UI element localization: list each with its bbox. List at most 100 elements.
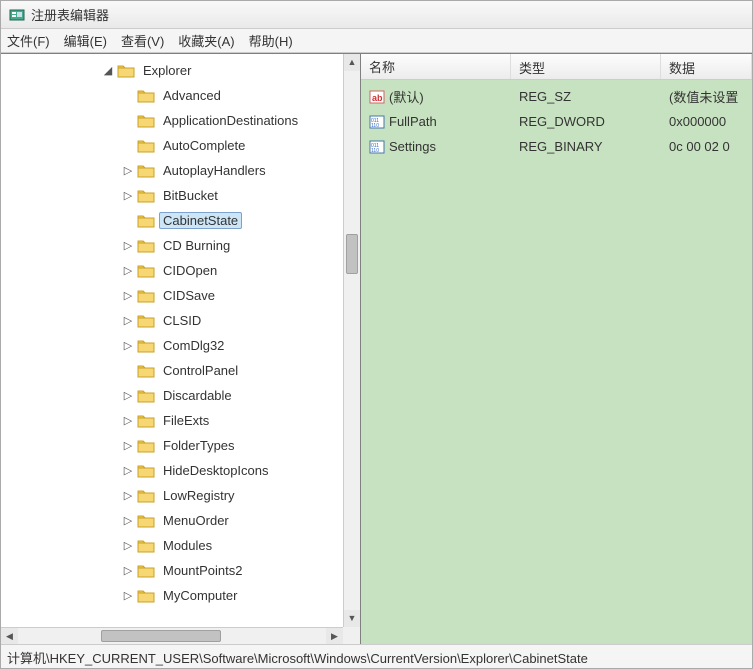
tree-node-mountpoints2[interactable]: ▷MountPoints2 <box>1 558 343 583</box>
tree-node-cd-burning[interactable]: ▷CD Burning <box>1 233 343 258</box>
tree-node-fileexts[interactable]: ▷ FileExts <box>1 408 343 433</box>
tree-node-advanced[interactable]: Advanced <box>1 83 343 108</box>
horizontal-scrollbar[interactable]: ◀ ▶ <box>1 627 343 644</box>
expand-icon[interactable]: ▷ <box>121 489 135 502</box>
tree-label: AutoComplete <box>159 137 249 154</box>
col-header-data[interactable]: 数据 <box>661 54 752 79</box>
menu-help[interactable]: 帮助(H) <box>249 31 293 50</box>
tree-node-cabinetstate[interactable]: CabinetState <box>1 208 343 233</box>
tree-node-bitbucket[interactable]: ▷ BitBucket <box>1 183 343 208</box>
tree-node-foldertypes[interactable]: ▷ FolderTypes <box>1 433 343 458</box>
value-data-cell: (数值未设置 <box>661 87 752 106</box>
expand-icon[interactable]: ▷ <box>121 189 135 202</box>
tree-label: CIDSave <box>159 287 219 304</box>
value-row[interactable]: ab(默认)REG_SZ(数值未设置 <box>361 84 752 109</box>
expand-icon[interactable]: ▷ <box>121 164 135 177</box>
binary-value-icon: 011110 <box>369 114 385 130</box>
folder-icon <box>137 563 155 579</box>
collapse-icon[interactable]: ◢ <box>101 64 115 77</box>
value-row[interactable]: 011110SettingsREG_BINARY0c 00 02 0 <box>361 134 752 159</box>
tree-node-autocomplete[interactable]: AutoComplete <box>1 133 343 158</box>
menu-edit[interactable]: 编辑(E) <box>64 31 107 50</box>
content-area: ◢ Explorer Advanced ApplicationDestinations… <box>1 53 752 644</box>
expand-icon[interactable]: ▷ <box>121 439 135 452</box>
folder-icon <box>137 588 155 604</box>
expand-icon[interactable]: ▷ <box>121 339 135 352</box>
tree-node-hidedesktopicons[interactable]: ▷HideDesktopIcons <box>1 458 343 483</box>
menu-file[interactable]: 文件(F) <box>7 31 50 50</box>
statusbar: 计算机\HKEY_CURRENT_USER\Software\Microsoft… <box>1 644 752 668</box>
expand-icon[interactable]: ▷ <box>121 239 135 252</box>
col-header-type[interactable]: 类型 <box>511 54 661 79</box>
tree-node-controlpanel[interactable]: ControlPanel <box>1 358 343 383</box>
tree-pane: ◢ Explorer Advanced ApplicationDestinations… <box>1 54 361 644</box>
expand-icon[interactable]: ▷ <box>121 314 135 327</box>
folder-icon <box>137 213 155 229</box>
tree-label: ControlPanel <box>159 362 242 379</box>
scroll-left-button[interactable]: ◀ <box>1 628 18 644</box>
expand-icon[interactable]: ▷ <box>121 514 135 527</box>
status-path: 计算机\HKEY_CURRENT_USER\Software\Microsoft… <box>7 651 588 666</box>
expand-icon[interactable]: ▷ <box>121 539 135 552</box>
tree-label: FolderTypes <box>159 437 239 454</box>
expand-icon[interactable]: ▷ <box>121 264 135 277</box>
menu-view[interactable]: 查看(V) <box>121 31 164 50</box>
value-type-cell: REG_SZ <box>511 89 661 104</box>
expand-icon[interactable]: ▷ <box>121 464 135 477</box>
folder-icon <box>137 138 155 154</box>
expand-icon[interactable]: ▷ <box>121 564 135 577</box>
tree-node-autoplayhandlers[interactable]: ▷ AutoplayHandlers <box>1 158 343 183</box>
folder-icon <box>137 388 155 404</box>
tree-label: LowRegistry <box>159 487 239 504</box>
value-row[interactable]: 011110FullPathREG_DWORD0x000000 <box>361 109 752 134</box>
tree-node-comdlg32[interactable]: ▷ComDlg32 <box>1 333 343 358</box>
menu-favorites[interactable]: 收藏夹(A) <box>178 31 234 50</box>
vertical-scrollbar[interactable]: ▲ ▼ <box>343 54 360 627</box>
tree-node-applicationdestinations[interactable]: ApplicationDestinations <box>1 108 343 133</box>
scroll-up-button[interactable]: ▲ <box>344 54 360 71</box>
expand-icon[interactable]: ▷ <box>121 289 135 302</box>
titlebar[interactable]: 注册表编辑器 <box>1 1 752 29</box>
folder-icon <box>137 313 155 329</box>
folder-icon <box>137 188 155 204</box>
folder-icon <box>137 113 155 129</box>
scroll-thumb[interactable] <box>346 234 358 274</box>
expand-icon[interactable]: ▷ <box>121 414 135 427</box>
tree-node-discardable[interactable]: ▷Discardable <box>1 383 343 408</box>
scroll-thumb[interactable] <box>101 630 221 642</box>
scroll-right-button[interactable]: ▶ <box>326 628 343 644</box>
tree-label: CabinetState <box>159 212 242 229</box>
tree-label: BitBucket <box>159 187 222 204</box>
expand-icon[interactable]: ▷ <box>121 589 135 602</box>
registry-editor-window: 注册表编辑器 文件(F) 编辑(E) 查看(V) 收藏夹(A) 帮助(H) ◢ E… <box>0 0 753 669</box>
tree-node-mycomputer[interactable]: ▷MyComputer <box>1 583 343 608</box>
tree-label: Explorer <box>139 62 195 79</box>
folder-icon <box>137 163 155 179</box>
tree-node-clsid[interactable]: ▷ CLSID <box>1 308 343 333</box>
tree-label: FileExts <box>159 412 213 429</box>
tree-label: Advanced <box>159 87 225 104</box>
tree-label: AutoplayHandlers <box>159 162 270 179</box>
window-title: 注册表编辑器 <box>31 5 109 24</box>
list-header: 名称 类型 数据 <box>361 54 752 80</box>
tree-node-cidopen[interactable]: ▷ CIDOpen <box>1 258 343 283</box>
registry-tree[interactable]: ◢ Explorer Advanced ApplicationDestinations… <box>1 54 343 612</box>
tree-node-lowregistry[interactable]: ▷ LowRegistry <box>1 483 343 508</box>
value-data-cell: 0x000000 <box>661 114 752 129</box>
values-list[interactable]: ab(默认)REG_SZ(数值未设置011110FullPathREG_DWOR… <box>361 80 752 644</box>
scroll-down-button[interactable]: ▼ <box>344 610 360 627</box>
tree-node-menuorder[interactable]: ▷MenuOrder <box>1 508 343 533</box>
svg-text:ab: ab <box>372 93 383 103</box>
expand-icon[interactable]: ▷ <box>121 389 135 402</box>
tree-node-modules[interactable]: ▷Modules <box>1 533 343 558</box>
values-pane: 名称 类型 数据 ab(默认)REG_SZ(数值未设置011110FullPat… <box>361 54 752 644</box>
tree-label: ApplicationDestinations <box>159 112 302 129</box>
value-name-cell: 011110FullPath <box>361 114 511 130</box>
tree-node-cidsave[interactable]: ▷ CIDSave <box>1 283 343 308</box>
menubar: 文件(F) 编辑(E) 查看(V) 收藏夹(A) 帮助(H) <box>1 29 752 53</box>
value-data-cell: 0c 00 02 0 <box>661 139 752 154</box>
tree-label: CIDOpen <box>159 262 221 279</box>
col-header-name[interactable]: 名称 <box>361 54 511 79</box>
tree-node-explorer[interactable]: ◢ Explorer <box>1 58 343 83</box>
tree-label: CLSID <box>159 312 205 329</box>
